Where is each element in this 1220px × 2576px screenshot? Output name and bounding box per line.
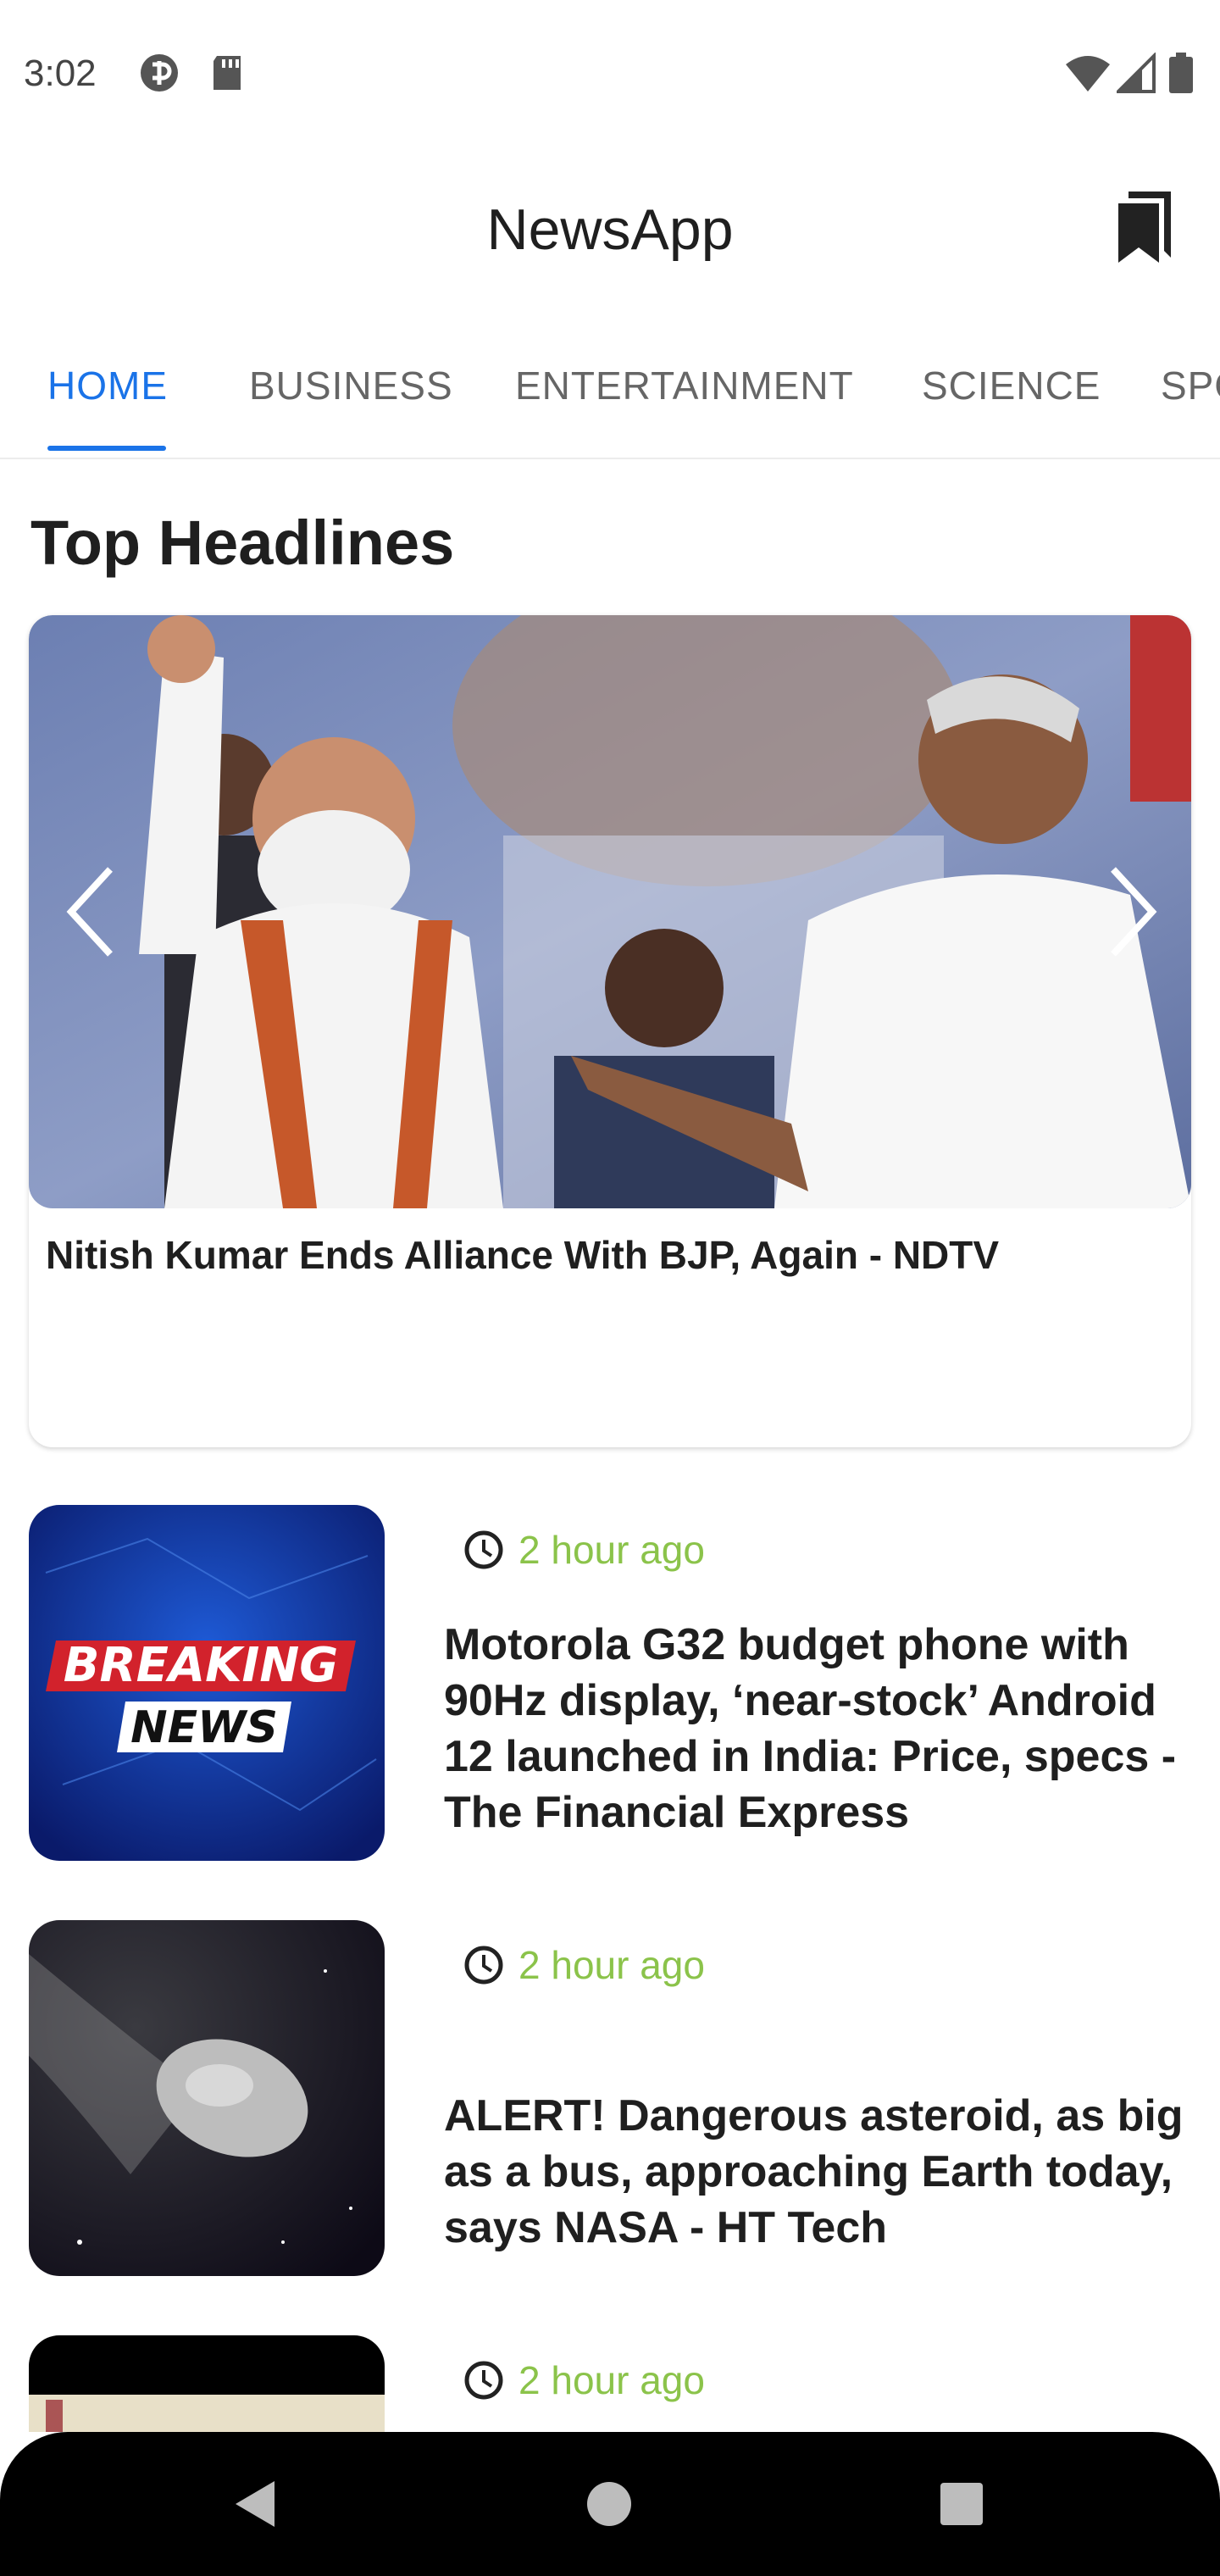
- time-text: 2 hour ago: [518, 2358, 705, 2402]
- chevron-left-icon[interactable]: [58, 861, 125, 963]
- thumb-news-text: NEWS: [130, 1702, 278, 1753]
- news-title: Motorola G32 budget phone with 90Hz disp…: [444, 1620, 1177, 1837]
- tab-indicator: [47, 446, 166, 451]
- news-title: ALERT! Dangerous asteroid, as big as a b…: [444, 2091, 1184, 2252]
- headline-title: Nitish Kumar Ends Alliance With BJP, Aga…: [46, 1233, 1000, 1277]
- thumb-breaking-text: BREAKING: [64, 1638, 338, 1693]
- news-thumbnail: [29, 1920, 385, 2276]
- clock-icon: [464, 1946, 503, 1985]
- section-title: Top Headlines: [30, 508, 455, 578]
- recents-icon[interactable]: [932, 2474, 991, 2534]
- cell-signal-icon: [1117, 53, 1156, 93]
- chevron-right-icon[interactable]: [1098, 861, 1166, 963]
- data-saver-icon: [141, 54, 178, 92]
- list-item[interactable]: BREAKING NEWS 2 hour ago Motorola G32 bu…: [29, 1505, 1191, 1861]
- clock-icon: [464, 2361, 503, 2400]
- tab-business[interactable]: BUSINESS: [249, 363, 453, 408]
- headline-card[interactable]: Nitish Kumar Ends Alliance With BJP, Aga…: [29, 615, 1191, 1447]
- app-title: NewsApp: [486, 197, 734, 262]
- back-icon[interactable]: [225, 2474, 285, 2534]
- home-icon[interactable]: [580, 2474, 639, 2534]
- tab-home[interactable]: HOME: [47, 363, 168, 408]
- wifi-icon: [1066, 56, 1110, 92]
- news-thumbnail: [29, 2335, 385, 2432]
- sd-card-icon: [214, 56, 241, 90]
- battery-icon: [1169, 53, 1193, 93]
- time-text: 2 hour ago: [518, 1528, 705, 1572]
- list-item[interactable]: 2 hour ago ALERT! Dangerous asteroid, as…: [29, 1920, 1191, 2276]
- bookmarks-button[interactable]: [1112, 188, 1179, 264]
- headline-image: [29, 615, 1191, 1208]
- news-thumbnail: BREAKING NEWS: [29, 1505, 385, 1861]
- tab-entertainment[interactable]: ENTERTAINMENT: [515, 363, 854, 408]
- category-tabs: HOME BUSINESS ENTERTAINMENT SCIENCE SPOR…: [0, 339, 1220, 458]
- bookmarks-icon: [1118, 192, 1171, 263]
- list-item[interactable]: 2 hour ago: [29, 2335, 1191, 2432]
- time-text: 2 hour ago: [518, 1943, 705, 1987]
- status-bar: 3:02: [0, 0, 1220, 144]
- tabs-divider: [0, 458, 1220, 459]
- system-nav-bar: [0, 2432, 1220, 2576]
- tab-science[interactable]: SCIENCE: [922, 363, 1101, 408]
- status-time: 3:02: [24, 53, 97, 94]
- tab-sports[interactable]: SPORTS: [1161, 363, 1220, 408]
- clock-icon: [464, 1530, 503, 1569]
